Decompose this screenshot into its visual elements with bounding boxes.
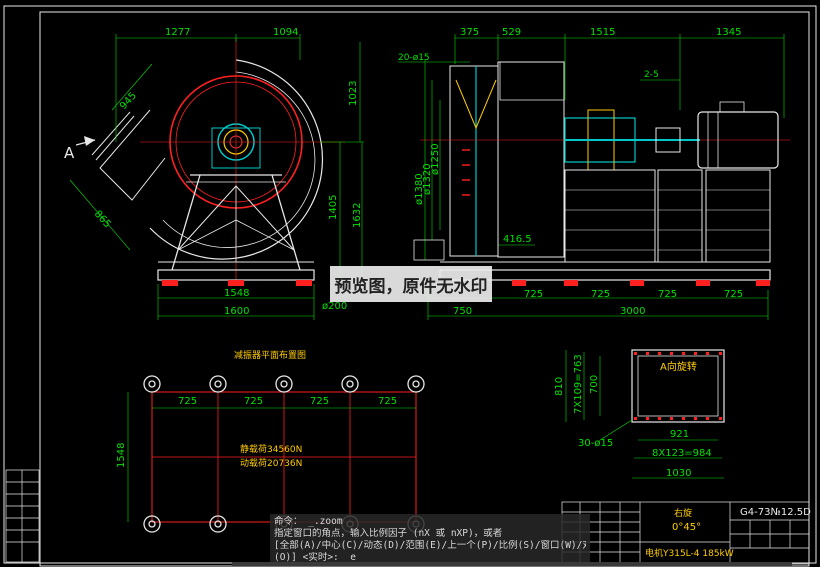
front-dim-top-1: 1277: [165, 27, 190, 38]
front-dim-right-3: 1632: [352, 203, 363, 228]
front-dim-anchor: ø200: [322, 301, 347, 312]
side-dim-v3: ø1250: [430, 143, 441, 175]
foundation-title: 减振器平面布置图: [234, 349, 306, 361]
foundation-load-2: 动载荷20736N: [240, 457, 302, 469]
side-dim-top-1: 375: [460, 27, 479, 38]
command-line-2: 指定窗口的角点，输入比例因子 (nX 或 nXP)，或者: [274, 528, 503, 539]
flange-hole-note: 30-ø15: [578, 438, 613, 449]
flange-dim-left-3: 700: [589, 375, 600, 394]
command-line-1: 命令： _.zoom: [274, 516, 343, 527]
left-revision-table: [5, 469, 40, 563]
foundation-height: 1548: [116, 443, 127, 468]
horizontal-scrollbar[interactable]: [232, 562, 792, 566]
title-rotation: 右旋: [674, 507, 692, 519]
side-dim-total-2: 3000: [620, 306, 645, 317]
title-angle: 0°45°: [672, 522, 701, 533]
command-line-panel[interactable]: 命令： _.zoom 指定窗口的角点，输入比例因子 (nX 或 nXP)，或者 …: [270, 514, 590, 564]
side-dim-offset: 416.5: [503, 234, 532, 245]
front-dim-bottom-2: 1600: [224, 306, 249, 317]
front-dim-top-2: 1094: [273, 27, 298, 38]
front-dim-right-1: 1023: [348, 81, 359, 106]
side-dim-spacing-1: 725: [524, 289, 543, 300]
side-dim-top-2: 529: [502, 27, 521, 38]
side-dim-top-4: 1345: [716, 27, 741, 38]
foundation-spacing-4: 725: [378, 396, 397, 407]
front-dim-right-2: 1405: [328, 195, 339, 220]
front-dim-bottom-1: 1548: [224, 288, 249, 299]
title-model: G4-73№12.5D: [740, 507, 811, 518]
command-line-3: [全部(A)/中心(C)/动态(D)/范围(E)/上一个(P)/比例(S)/窗口…: [274, 540, 586, 551]
foundation-spacing-1: 725: [178, 396, 197, 407]
flange-dim-bottom-1: 921: [670, 429, 689, 440]
side-dim-spacing-2: 725: [591, 289, 610, 300]
view-marker-a: A: [64, 144, 75, 162]
side-dim-spacing-3: 725: [658, 289, 677, 300]
side-note-holes: 20-ø15: [398, 53, 430, 63]
title-motor: 电机Y315L-4 185kW: [645, 547, 734, 559]
front-dim-diag-2: 865: [92, 209, 113, 231]
flange-dim-bottom-2: 8X123=984: [652, 448, 712, 459]
side-dim-spacing-4: 725: [724, 289, 743, 300]
flange-dim-left-1: 810: [554, 377, 565, 396]
side-dim-total-1: 750: [453, 306, 472, 317]
foundation-spacing-2: 725: [244, 396, 263, 407]
front-dim-diag-1: 945: [118, 90, 139, 112]
watermark-badge: 预览图，原件无水印: [330, 266, 492, 302]
front-view: [69, 34, 364, 320]
flange-dim-left-2: 7X109=763: [573, 354, 584, 414]
flange-title: A向旋转: [660, 360, 697, 373]
flange-dim-bottom-3: 1030: [666, 468, 691, 479]
side-note-gap: 2-5: [644, 70, 659, 80]
side-dim-top-3: 1515: [590, 27, 615, 38]
foundation-spacing-3: 725: [310, 396, 329, 407]
foundation-load-1: 静载荷34560N: [240, 443, 302, 455]
